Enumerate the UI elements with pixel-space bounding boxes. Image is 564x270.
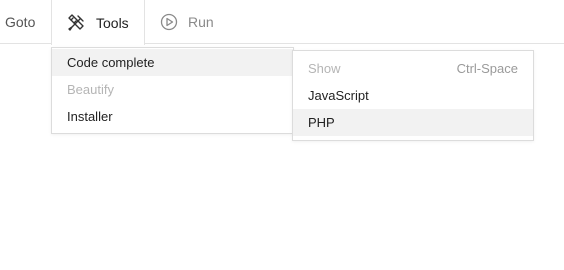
submenu-item-label: PHP — [308, 115, 335, 130]
goto-label: Goto — [5, 14, 36, 30]
play-circle-icon — [160, 13, 178, 31]
shortcut-hint: Ctrl-Space — [456, 61, 518, 76]
submenu-item-show: Show Ctrl-Space — [293, 55, 533, 82]
toolbar: Goto Tools Run — [0, 0, 564, 45]
menu-item-beautify: Beautify — [52, 76, 293, 103]
tools-dropdown-menu: Code complete Beautify Installer — [51, 47, 294, 134]
tools-label: Tools — [96, 14, 129, 31]
tools-icon — [67, 13, 85, 32]
menu-item-installer[interactable]: Installer — [52, 103, 293, 130]
tools-menu-button[interactable]: Tools — [51, 0, 145, 45]
menu-item-label: Installer — [67, 109, 113, 124]
menu-item-code-complete[interactable]: Code complete — [52, 49, 293, 76]
menu-item-label: Beautify — [67, 82, 114, 97]
submenu-item-label: JavaScript — [308, 88, 369, 103]
code-complete-submenu: Show Ctrl-Space JavaScript PHP — [292, 50, 534, 141]
submenu-item-label: Show — [308, 61, 341, 76]
menu-item-label: Code complete — [67, 55, 155, 70]
submenu-item-javascript[interactable]: JavaScript — [293, 82, 533, 109]
submenu-item-php[interactable]: PHP — [293, 109, 533, 136]
run-button[interactable]: Run — [160, 0, 214, 44]
goto-menu-button[interactable]: Goto — [5, 0, 35, 44]
run-label: Run — [188, 14, 214, 30]
